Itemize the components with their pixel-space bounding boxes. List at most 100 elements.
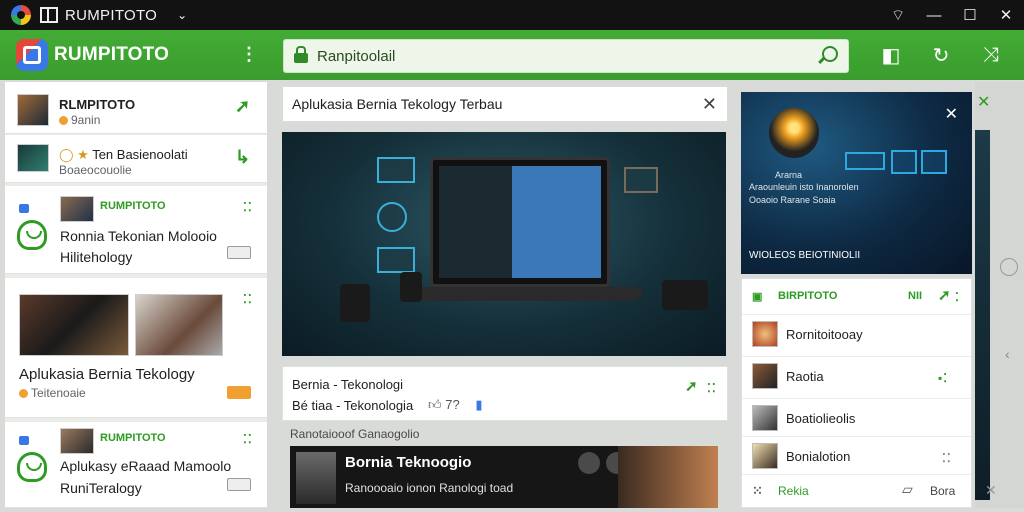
edge-preview (975, 130, 990, 500)
avatar (752, 321, 778, 347)
list-item[interactable]: Boatiolieolis (742, 399, 971, 437)
footer-left-link[interactable]: Rekia (778, 484, 809, 498)
promo-line1: Araounleuin isto Inanorolen (749, 182, 859, 192)
hud-panel (377, 157, 415, 183)
list-item[interactable]: RLMPITOTO 9anin ➚ (5, 82, 267, 134)
video-control-button[interactable] (578, 452, 600, 474)
list-header-name: BIRPITOTO (778, 290, 838, 302)
brand-name: RUMPITOTO (54, 44, 170, 65)
promo-line2: Ooaoio Rarane Soaia (749, 195, 836, 205)
list-footer: ⁙ Rekia ▱ Bora (742, 475, 971, 507)
more-dots-icon[interactable]: ⁚⁚ (243, 292, 253, 306)
more-dots-icon[interactable]: ⁚⁚ (707, 381, 717, 395)
device-illustration (662, 280, 708, 310)
video-preview-image (618, 446, 718, 508)
avatar (60, 196, 94, 222)
appbar-actions: ◧ ↻ ⤨ (866, 30, 1016, 80)
item-subtitle: 9anin (59, 113, 100, 127)
feed-post[interactable]: RUMPITOTO ⁚⁚ Aplukasy eRaaad Mamoolo Run… (5, 422, 267, 508)
list-item-label: Rornitoitooay (786, 327, 863, 342)
more-dots-icon[interactable]: ⁚⁚ (243, 432, 253, 446)
refresh-icon[interactable]: ↻ (916, 43, 966, 68)
speaker-illustration (340, 284, 370, 322)
left-feed: RLMPITOTO 9anin ➚ ◯ ★ Ten Basienoolati B… (5, 82, 267, 508)
more-menu-icon[interactable]: ⋮ (240, 44, 258, 65)
footer-right-link[interactable]: Bora (930, 484, 955, 498)
thumbnail (17, 144, 49, 172)
more-dots-icon[interactable]: ⁚⁚ (942, 451, 952, 465)
article-header: Aplukasia Bernia Tekology Terbau ✕ (282, 86, 728, 122)
item-title: ◯ ★ Ten Basienoolati (59, 147, 188, 162)
list-item[interactable]: ◯ ★ Ten Basienoolati Boaeocouolie ↳ (5, 135, 267, 183)
share-arrow-icon[interactable]: ➚ (235, 96, 250, 117)
address-search-bar[interactable]: Ranpitoolail (283, 39, 849, 73)
window-titlebar: RUMPITOTO ⌄ ⌔ — ☐ ✕ (0, 0, 1024, 30)
video-card[interactable]: Bornia Teknoogio Ranoooaio ionon Ranolog… (290, 446, 718, 508)
hud-circle (377, 202, 407, 232)
brand-logo[interactable] (16, 39, 48, 71)
media-badge-icon (227, 478, 251, 491)
post-line1: Aplukasy eRaaad Mamoolo (60, 458, 232, 474)
share-icon[interactable]: ⤨ (966, 44, 1016, 67)
share-arrow-icon[interactable]: ↳ (235, 147, 250, 168)
window-menu-chevron-icon[interactable]: ⌄ (177, 8, 187, 22)
more-dots-icon[interactable]: ⁚ (955, 290, 960, 304)
close-icon[interactable]: ✕ (702, 94, 717, 115)
window-controls: ⌔ — ☐ ✕ (880, 0, 1024, 30)
post-subtitle: Bé tiaa - Tekonologia (292, 398, 414, 413)
list-item[interactable]: Raotia ▪⁚ (742, 357, 971, 399)
tag-icon[interactable]: ◧ (866, 43, 916, 68)
media-badge-icon (227, 246, 251, 259)
speaker-illustration (400, 272, 422, 302)
close-icon[interactable]: ✕ (985, 482, 997, 499)
video-title: Bornia Teknoogio (345, 454, 472, 471)
edit-icon[interactable]: ▱ (902, 481, 913, 498)
close-window-button[interactable]: ✕ (988, 6, 1024, 24)
minimize-button[interactable]: — (916, 7, 952, 24)
thumb-up-icon: 👍︎ (428, 397, 442, 412)
promo-banner[interactable]: ✕ Ararna Araounleuin isto Inanorolen Ooa… (741, 92, 972, 274)
feed-post[interactable]: RUMPITOTO ⁚⁚ Ronnia Tekonian Molooio Hil… (5, 186, 267, 274)
avatar (17, 94, 49, 126)
feed-post[interactable]: ⁚⁚ Aplukasia Bernia Tekology Teitenoaie (5, 278, 267, 418)
post-author: RUMPITOTO (100, 432, 166, 444)
blue-tag-icon (19, 204, 29, 213)
hud-panel (891, 150, 917, 174)
post-image (19, 294, 129, 356)
video-subtitle: Ranoooaio ionon Ranologi toad (345, 481, 514, 495)
radio-circle-icon[interactable] (1000, 258, 1018, 276)
share-arrow-icon[interactable]: ➚ (938, 286, 951, 304)
list-item-label: Raotia (786, 369, 824, 384)
more-dots-icon[interactable]: ▪⁚ (938, 371, 948, 385)
thumbnail (752, 443, 778, 469)
article-post[interactable]: Bernia - Tekonologi Bé tiaa - Tekonologi… (282, 366, 728, 421)
post-title: Bernia - Tekonologi (292, 377, 404, 392)
chevron-left-icon[interactable]: ‹ (1005, 346, 1010, 362)
post-subtitle: Teitenoaie (19, 386, 86, 400)
list-item-label: Bonialotion (786, 449, 851, 464)
post-line2: RuniTeralogy (60, 480, 142, 496)
chat-bot-icon (17, 220, 47, 250)
list-item[interactable]: Bonialotion ⁚⁚ (742, 437, 971, 475)
close-icon[interactable]: ✕ (977, 92, 990, 112)
close-icon[interactable]: ✕ (945, 104, 958, 124)
search-icon[interactable] (822, 46, 838, 62)
grid-icon[interactable]: ⁙ (752, 483, 763, 499)
avatar (60, 428, 94, 454)
right-list: ▣ BIRPITOTO NII ➚ ⁚ Rornitoitooay Raotia… (741, 278, 972, 508)
share-arrow-icon[interactable]: ➚ (685, 377, 698, 395)
right-sidebar: ✕ Ararna Araounleuin isto Inanorolen Ooa… (741, 92, 972, 508)
post-caption: Aplukasia Bernia Tekology (19, 366, 195, 383)
thumbnail (752, 363, 778, 389)
hud-panel (921, 150, 947, 174)
promo-title: Ararna (775, 170, 803, 180)
list-item-label: Boatiolieolis (786, 411, 856, 426)
search-text[interactable]: Ranpitoolail (317, 48, 395, 65)
wifi-icon[interactable]: ⌔ (880, 6, 916, 25)
video-thumbnail (296, 452, 336, 504)
more-dots-icon[interactable]: ⁚⁚ (243, 200, 253, 214)
list-item[interactable]: Rornitoitooay (742, 315, 971, 357)
maximize-button[interactable]: ☐ (952, 6, 988, 24)
like-count: 7? (445, 397, 460, 412)
edge-panel: ✕ ‹ ✕ (975, 82, 1024, 508)
